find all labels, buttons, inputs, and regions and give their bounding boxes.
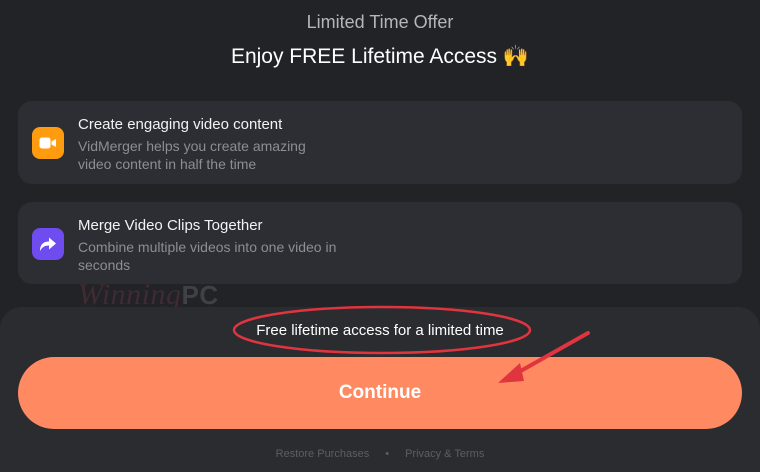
feature-title: Create engaging video content xyxy=(78,116,283,133)
share-arrow-icon xyxy=(32,228,64,260)
page-title-text: Enjoy FREE Lifetime Access xyxy=(230,45,498,68)
raised-hands-icon: 🙌 xyxy=(502,44,530,68)
paywall-screen: Limited Time Offer Enjoy FREE Lifetime A… xyxy=(0,0,760,472)
watermark-pc-text: PC xyxy=(181,280,219,310)
feature-card-video-content: Create engaging video content VidMerger … xyxy=(18,101,742,184)
restore-purchases-link[interactable]: Restore Purchases xyxy=(276,448,370,460)
footer-links: Restore Purchases • Privacy & Terms xyxy=(0,448,760,460)
feature-title: Merge Video Clips Together xyxy=(78,217,263,234)
feature-description: Combine multiple videos into one video i… xyxy=(78,239,337,273)
video-camera-icon xyxy=(32,127,64,159)
offer-subtitle: Limited Time Offer xyxy=(306,12,454,32)
footer-separator: • xyxy=(385,448,390,460)
feature-card-merge-clips: Merge Video Clips Together Combine multi… xyxy=(18,202,742,284)
privacy-terms-link[interactable]: Privacy & Terms xyxy=(405,448,484,460)
arrow-annotation xyxy=(498,331,590,383)
page-title: Enjoy FREE Lifetime Access 🙌 xyxy=(0,44,760,69)
highlight-ellipse-annotation xyxy=(232,305,532,355)
feature-description: VidMerger helps you create amazing video… xyxy=(78,138,306,172)
continue-button[interactable]: Continue xyxy=(18,357,742,429)
